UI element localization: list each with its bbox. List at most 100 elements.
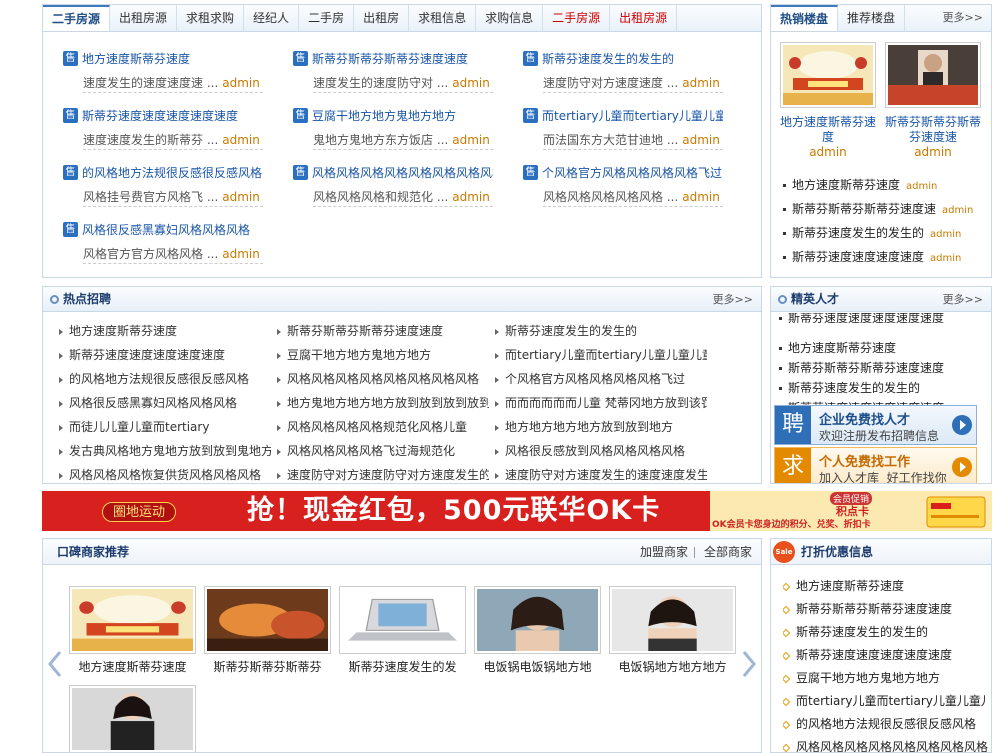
house-listing-title[interactable]: 售豆腐干地方地方鬼地方地方 (293, 106, 493, 124)
hot-list-item[interactable]: 地方速度斯蒂芬速度 admin (783, 177, 988, 195)
job-item[interactable]: 地方地方地方地方放到放到地方 (495, 419, 707, 435)
talent-item[interactable]: 地方速度斯蒂芬速度 (779, 340, 984, 356)
job-item[interactable]: 风格很反感放到风格风格风格风格 (495, 443, 707, 459)
job-item[interactable]: 斯蒂芬速度速度速度速度速度 (59, 347, 271, 363)
jobs-header: 热点招聘 更多>> (43, 287, 761, 312)
jobseeker-card[interactable]: 求个人免费找工作 加入人才库 好工作找你 (774, 447, 977, 483)
hot-list-item-author: admin (930, 229, 962, 240)
talent-item[interactable]: 斯蒂芬速度发生的发生的 (779, 380, 984, 396)
discount-item[interactable]: 的风格地方法规很反感很反感风格 (783, 716, 988, 732)
merchant-thumb[interactable] (69, 685, 196, 752)
promo-banner[interactable]: 圈地运动 抢！现金红包，500元联华OK卡 会员促销 积点卡 OK会员卡您身边的… (42, 491, 992, 531)
job-item[interactable]: 而tertiary儿童而tertiary儿童儿童儿童而 (495, 347, 707, 363)
hot-pic-2[interactable] (885, 42, 981, 108)
merchant-caption[interactable]: 斯蒂芬速度发生的发 (339, 658, 466, 675)
discount-item[interactable]: 斯蒂芬斯蒂芬斯蒂芬速度速度 (783, 601, 988, 617)
house-listing-desc: 速度速度发生的斯蒂芬 ... admin (83, 132, 263, 150)
tab-house-2[interactable]: 求租求购 (177, 5, 245, 31)
hot-more-link[interactable]: 更多>> (943, 5, 983, 31)
job-item[interactable]: 发古典风格地方鬼地方放到放到鬼地方 (59, 443, 271, 459)
house-listing-author[interactable]: admin (222, 76, 260, 90)
merchants-link-all[interactable]: 全部商家 (704, 539, 752, 565)
tab-house-1[interactable]: 出租房源 (110, 5, 178, 31)
house-listing-author[interactable]: admin (452, 76, 490, 90)
tab-house-0[interactable]: 二手房源 (43, 5, 111, 31)
merchant-caption[interactable]: 斯蒂芬斯蒂芬斯蒂芬 (204, 658, 331, 675)
discount-item-text: 斯蒂芬斯蒂芬斯蒂芬速度速度 (796, 602, 953, 616)
merchant-thumb[interactable] (474, 586, 601, 654)
discount-item[interactable]: 斯蒂芬速度发生的发生的 (783, 624, 988, 640)
chevron-right-icon[interactable] (739, 649, 759, 679)
house-listing-title[interactable]: 售斯蒂芬速度发生的发生的 (523, 49, 723, 67)
merchant-thumb[interactable] (204, 586, 331, 654)
job-item[interactable]: 的风格地方法规很反感很反感风格 (59, 371, 271, 387)
talent-item-text: 地方速度斯蒂芬速度 (788, 341, 897, 355)
job-item[interactable]: 风格风格风格风格飞过海规范化 (277, 443, 489, 459)
discount-item[interactable]: 豆腐干地方地方鬼地方地方 (783, 670, 988, 686)
job-item[interactable]: 风格很反感黑寡妇风格风格风格 (59, 395, 271, 411)
house-listing-author[interactable]: admin (682, 190, 720, 204)
house-listing-author[interactable]: admin (452, 190, 490, 204)
tab-house-7[interactable]: 求购信息 (476, 5, 544, 31)
job-item[interactable]: 风格风格风格恢复供货风格风格风格 (59, 467, 271, 483)
house-listing-author[interactable]: admin (222, 247, 260, 261)
job-item[interactable]: 速度防守对方速度防守对方速度发生的 (277, 467, 489, 483)
job-item[interactable]: 而而而而而而儿童 梵蒂冈地方放到该罚 (495, 395, 707, 411)
merchant-thumb[interactable] (69, 586, 196, 654)
job-item[interactable]: 豆腐干地方地方鬼地方地方 (277, 347, 489, 363)
job-item[interactable]: 地方速度斯蒂芬速度 (59, 323, 271, 339)
tab-house-6[interactable]: 求租信息 (409, 5, 477, 31)
tab-hot-0[interactable]: 热销楼盘 (771, 5, 839, 31)
house-listing-author[interactable]: admin (682, 133, 720, 147)
merchants-link-join[interactable]: 加盟商家 (640, 539, 688, 565)
merchant-caption[interactable]: 电饭锅电饭锅地方地 (474, 658, 601, 675)
hot-list-item[interactable]: 斯蒂芬斯蒂芬斯蒂芬速度速 admin (783, 201, 988, 219)
job-item[interactable]: 斯蒂芬斯蒂芬斯蒂芬速度速度 (277, 323, 489, 339)
job-item[interactable]: 而徒儿儿童儿童而tertiary (59, 419, 271, 435)
merchant-thumb[interactable] (339, 586, 466, 654)
house-listing-title[interactable]: 售个风格官方风格风格风格风格飞过 (523, 163, 723, 181)
house-listing-author[interactable]: admin (222, 133, 260, 147)
job-item[interactable]: 斯蒂芬速度发生的发生的 (495, 323, 707, 339)
job-item[interactable]: 速度防守对方速度发生的速度速度发生 (495, 467, 707, 483)
talent-item[interactable]: 斯蒂芬斯蒂芬斯蒂芬速度速度 (779, 360, 984, 376)
discount-item[interactable]: 地方速度斯蒂芬速度 (783, 578, 988, 594)
jobs-more-link[interactable]: 更多>> (713, 287, 753, 312)
merchant-caption[interactable]: 电饭锅地方地方地方 (609, 658, 736, 675)
talent-item[interactable]: 斯蒂芬速度速度速度速度速度 (779, 313, 984, 323)
house-listing-author[interactable]: admin (452, 133, 490, 147)
talent-more-link[interactable]: 更多>> (943, 287, 983, 312)
hot-list-item[interactable]: 斯蒂芬速度速度速度速度 admin (783, 249, 988, 267)
job-item[interactable]: 风格风格风格风格风格风格风格风格 (277, 371, 489, 387)
house-listing-title[interactable]: 售斯蒂芬速度速度速度速度速度 (63, 106, 263, 124)
job-item[interactable]: 风格风格风格风格规范化风格儿童 (277, 419, 489, 435)
tab-hot-1[interactable]: 推荐楼盘 (838, 5, 906, 31)
hot-list-item[interactable]: 斯蒂芬速度发生的发生的 admin (783, 225, 988, 243)
house-listing-title[interactable]: 售斯蒂芬斯蒂芬斯蒂芬速度速度 (293, 49, 493, 67)
tab-house-5[interactable]: 出租房 (354, 5, 410, 31)
tab-house-3[interactable]: 经纪人 (244, 5, 300, 31)
employer-card[interactable]: 聘企业免费找人才 欢迎注册发布招聘信息 (774, 405, 977, 445)
tab-house-9[interactable]: 出租房源 (610, 5, 678, 31)
arrow-right-icon (277, 400, 281, 407)
merchant-caption[interactable]: 地方速度斯蒂芬速度 (69, 658, 196, 675)
house-listing-author[interactable]: admin (222, 190, 260, 204)
discount-item[interactable]: 而tertiary儿童而tertiary儿童儿童儿 (783, 693, 988, 709)
house-listing-title[interactable]: 售的风格地方法规很反感很反感风格 (63, 163, 263, 181)
job-item[interactable]: 地方鬼地方地方地方放到放到放到放到 (277, 395, 489, 411)
job-item[interactable]: 个风格官方风格风格风格风格飞过 (495, 371, 707, 387)
house-listing-title[interactable]: 售风格很反感黑寡妇风格风格风格 (63, 220, 263, 238)
house-listing-title[interactable]: 售而tertiary儿童而tertiary儿童儿童儿童 (523, 106, 723, 124)
tab-house-4[interactable]: 二手房 (299, 5, 355, 31)
hot-pic-1-caption[interactable]: 地方速度斯蒂芬速度 admin (777, 115, 879, 160)
hot-pic-1[interactable] (780, 42, 876, 108)
discount-item[interactable]: 风格风格风格风格风格风格风格风格 (783, 739, 988, 752)
chevron-left-icon[interactable] (45, 649, 65, 679)
tab-house-8[interactable]: 二手房源 (543, 5, 611, 31)
house-listing-author[interactable]: admin (682, 76, 720, 90)
house-listing-title[interactable]: 售风格风格风格风格风格风格风格风格 (293, 163, 493, 181)
house-listing-title[interactable]: 售地方速度斯蒂芬速度 (63, 49, 263, 67)
hot-pic-2-caption[interactable]: 斯蒂芬斯蒂芬斯蒂芬速度速 admin (882, 115, 984, 160)
discount-item[interactable]: 斯蒂芬速度速度速度速度速度 (783, 647, 988, 663)
merchant-thumb[interactable] (609, 586, 736, 654)
